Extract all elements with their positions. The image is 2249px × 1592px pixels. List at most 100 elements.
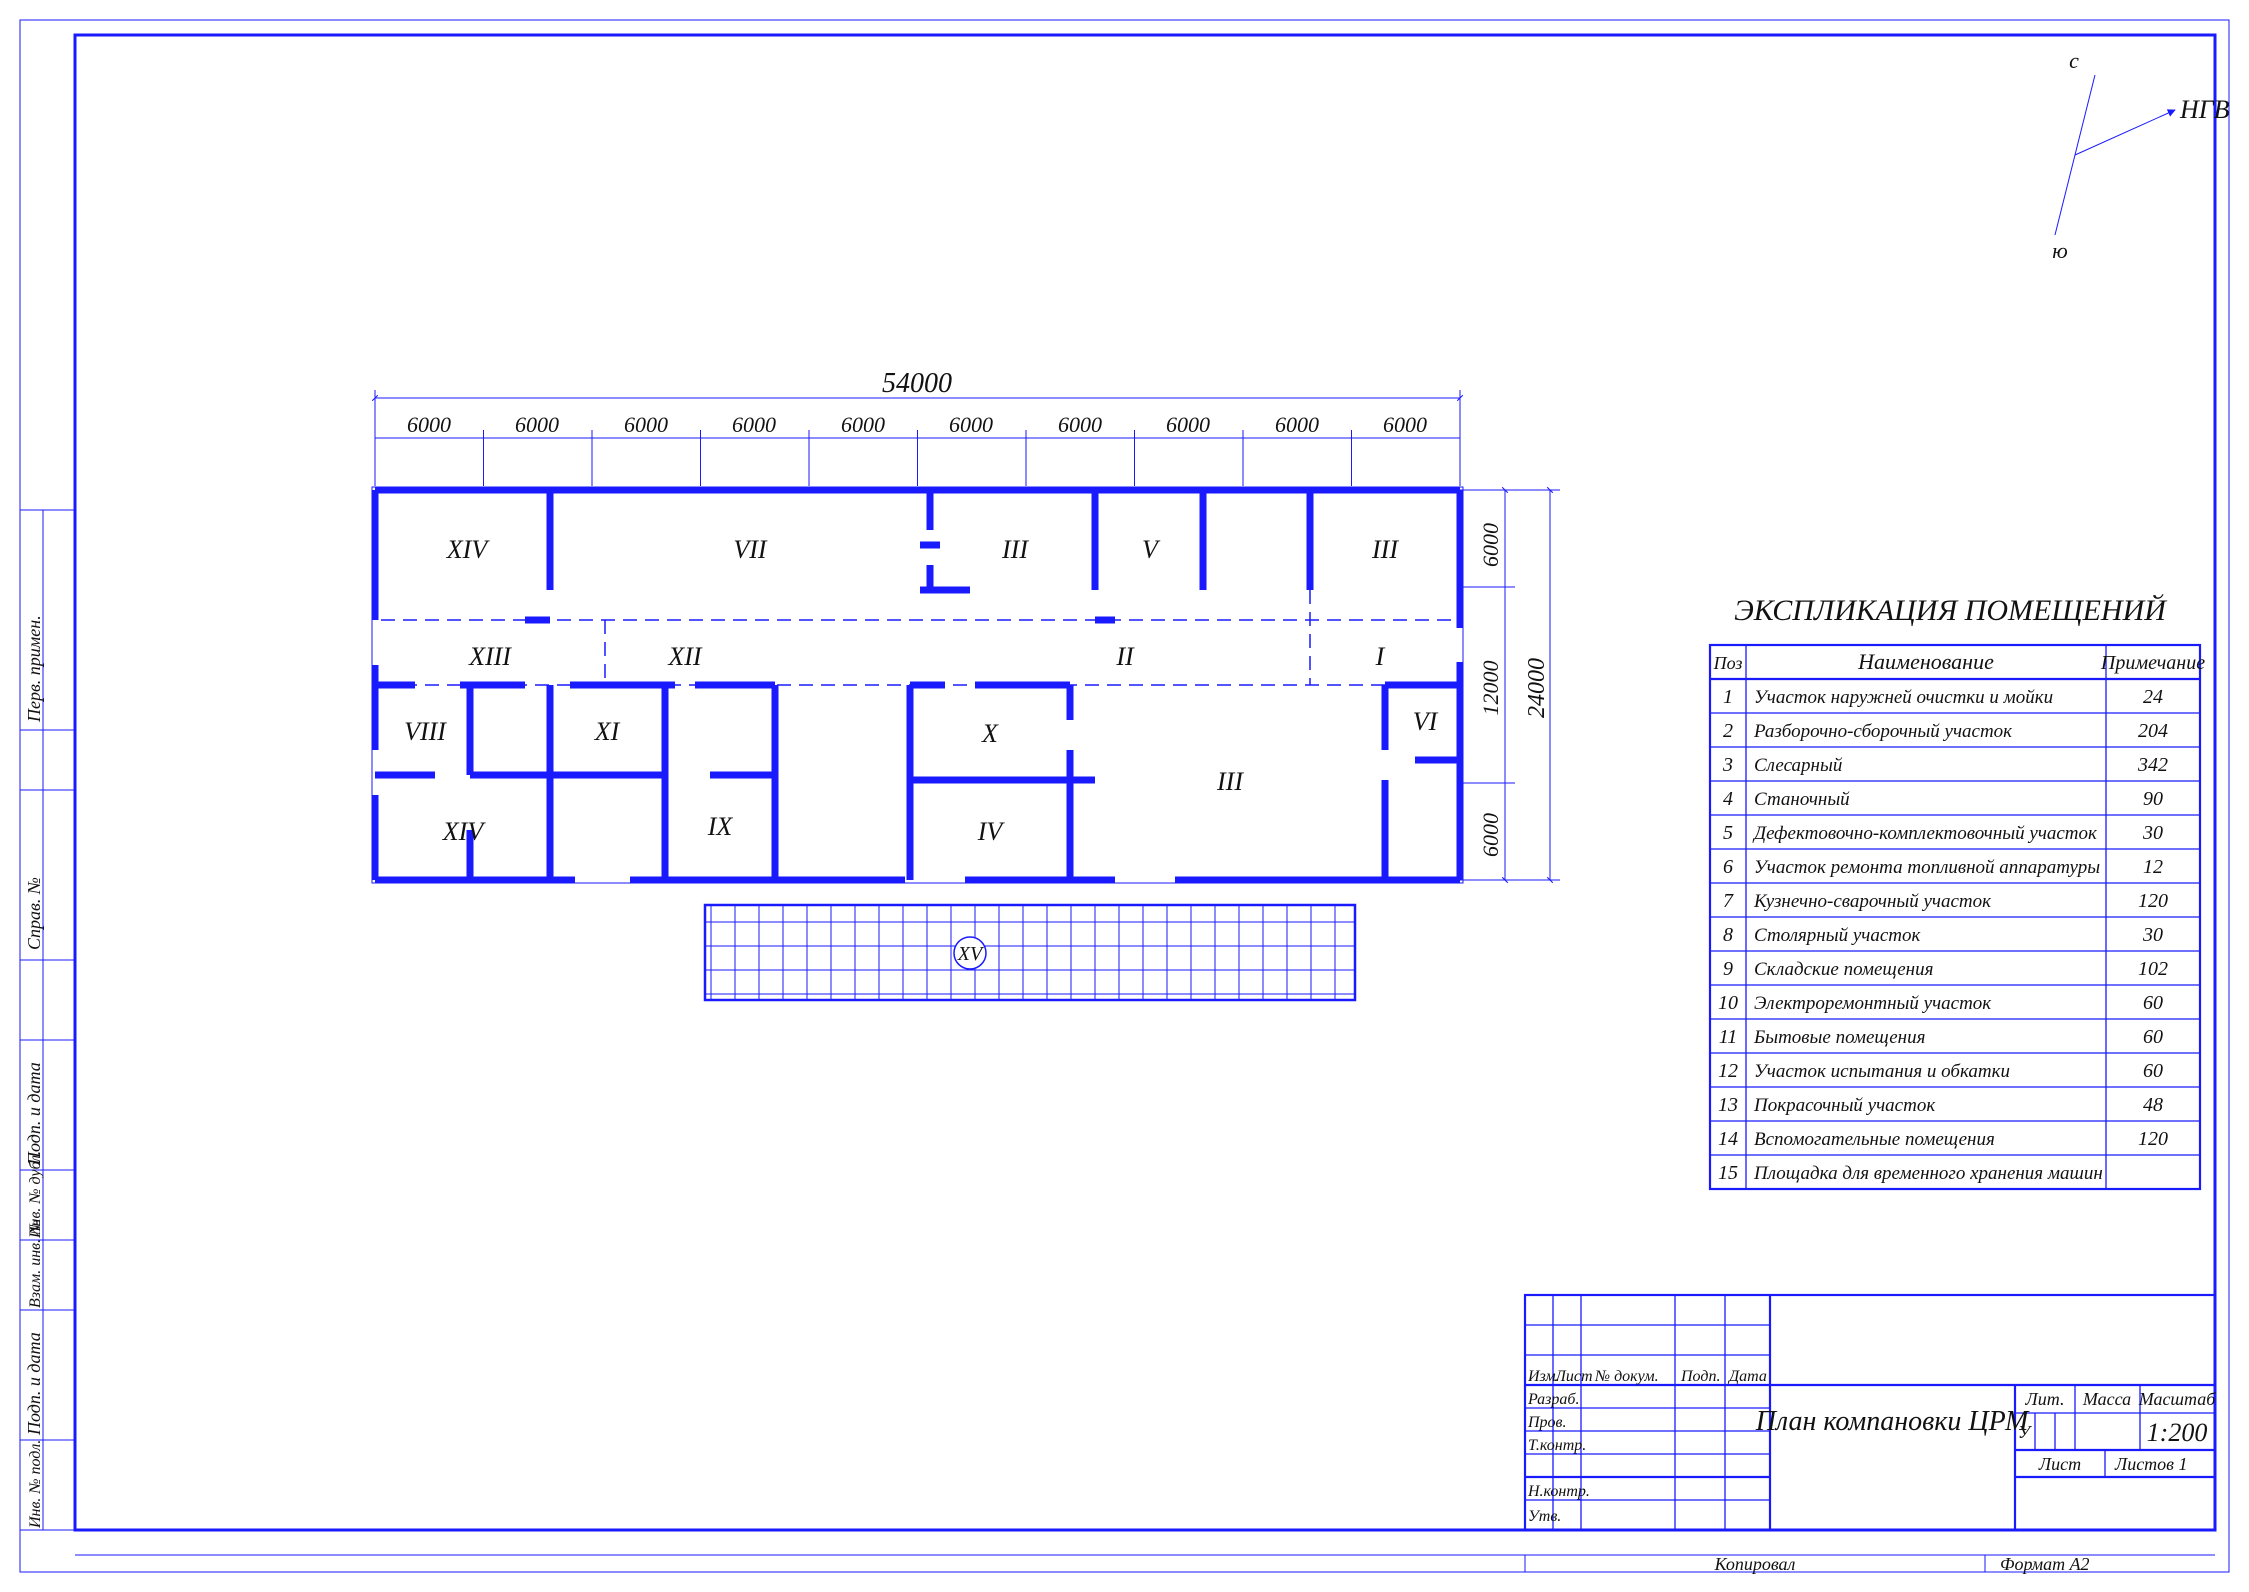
tb-list2: Лист (2038, 1454, 2081, 1474)
exp-row-note: 30 (2142, 822, 2163, 844)
exp-row-num: 10 (1718, 992, 1738, 1014)
exp-row-name: Слесарный (1754, 755, 1843, 776)
sidebar: Перв. примен. Справ. № Подп. и дата Инв.… (20, 510, 75, 1530)
exp-row-note: 48 (2143, 1094, 2163, 1116)
room-vii: VII (733, 535, 768, 564)
tb-nkontr: Н.контр. (1527, 1483, 1590, 1500)
tb-prov: Пров. (1527, 1414, 1567, 1431)
tb-u: У (2018, 1422, 2032, 1442)
exp-rows: 1Участок наружней очистки и мойки242Разб… (1710, 686, 2200, 1189)
floor-plan: XIV VII III V III XIII XII II I VIII XI … (372, 487, 1463, 1000)
sidebar-inv-podl: Инв. № подл. (27, 1440, 44, 1529)
exp-row-num: 5 (1723, 822, 1733, 844)
room-iii-top: III (1001, 535, 1029, 564)
dim-bay-7: 6000 (1166, 412, 1210, 437)
tb-list: Лист (1554, 1368, 1593, 1385)
exp-row-name: Разборочно-сборочный участок (1753, 721, 2013, 742)
exp-row-note: 120 (2138, 1128, 2168, 1150)
title-block: Изм. Лист № докум. Подп. Дата Разраб. Пр… (1525, 1295, 2216, 1530)
dim-bay-3: 6000 (732, 412, 776, 437)
room-ix: IX (707, 812, 734, 841)
dims-top: 54000 6000 6000 6000 6000 6000 6000 6000… (375, 368, 1460, 486)
room-xiv-bot: XIV (442, 817, 487, 846)
exp-h1: Поз (1713, 653, 1743, 673)
room-xi: XI (594, 717, 621, 746)
exp-row-note: 90 (2143, 788, 2163, 810)
exp-row-name: Вспомогательные помещения (1754, 1129, 1995, 1150)
exp-row-num: 14 (1718, 1128, 1738, 1150)
dim-bay-0: 6000 (407, 412, 451, 437)
exp-row-note: 204 (2138, 720, 2168, 742)
exp-row-num: 6 (1723, 856, 1733, 878)
exp-row-name: Площадка для временного хранения машин (1753, 1163, 2103, 1184)
sidebar-podp1: Подп. и дата (24, 1062, 44, 1166)
exp-h2: Наименование (1857, 649, 1994, 674)
exp-row-note: 24 (2143, 686, 2163, 708)
tb-scale: 1:200 (2147, 1418, 2208, 1447)
bottom-format: Формат А2 (2000, 1554, 2090, 1574)
tb-razrab: Разраб. (1527, 1391, 1579, 1408)
dim-r-total: 24000 (1524, 658, 1550, 718)
tb-lit: Лит. (2025, 1389, 2065, 1409)
room-v: V (1142, 535, 1161, 564)
tb-tkontr: Т.контр. (1528, 1437, 1586, 1454)
compass-n: с (2069, 48, 2079, 73)
exp-h3: Примечание (2100, 652, 2205, 674)
tb-listov: Листов 1 (2114, 1454, 2188, 1474)
bottom-kopiroval: Копировал (1714, 1554, 1796, 1574)
tb-mashtab: Масштаб (2138, 1389, 2217, 1409)
exp-row-name: Столярный участок (1754, 925, 1922, 946)
room-xiv-top: XIV (446, 535, 491, 564)
dim-bay-8: 6000 (1275, 412, 1319, 437)
dim-bay-1: 6000 (515, 412, 559, 437)
tb-podp: Подп. (1680, 1368, 1720, 1385)
room-x: X (981, 719, 999, 748)
exp-row-num: 9 (1723, 958, 1733, 980)
exp-row-note: 120 (2138, 890, 2168, 912)
dim-r-top: 6000 (1478, 523, 1503, 567)
room-iii-mid: III (1216, 767, 1244, 796)
sidebar-podp2: Подп. и дата (24, 1332, 44, 1436)
exp-row-num: 2 (1723, 720, 1733, 742)
compass-arrow-label: НГВ (2179, 95, 2230, 124)
tb-ndokum: № докум. (1594, 1368, 1659, 1385)
exp-row-note: 60 (2143, 1026, 2163, 1048)
room-viii: VIII (404, 717, 447, 746)
sidebar-sprav: Справ. № (24, 877, 44, 950)
compass-s: ю (2052, 238, 2068, 263)
exp-row-note: 102 (2138, 958, 2168, 980)
tb-massa: Масса (2082, 1389, 2131, 1409)
dim-bay-2: 6000 (624, 412, 668, 437)
exp-row-name: Станочный (1754, 789, 1850, 810)
sidebar-vzam: Взам. инв. № (27, 1220, 44, 1308)
sidebar-perv-primen: Перв. примен. (24, 615, 44, 723)
exp-row-name: Участок испытания и обкатки (1754, 1061, 2010, 1082)
exp-row-note: 12 (2143, 856, 2163, 878)
dim-r-bot: 6000 (1478, 813, 1503, 857)
dims-right: 6000 12000 6000 24000 (1460, 490, 1560, 880)
bottom-strip: Копировал Формат А2 (75, 1554, 2215, 1574)
exp-row-name: Бытовые помещения (1753, 1027, 1925, 1048)
room-iv: IV (977, 817, 1006, 846)
room-i: I (1375, 642, 1386, 671)
dim-bay-6: 6000 (1058, 412, 1102, 437)
explication-title: ЭКСПЛИКАЦИЯ ПОМЕЩЕНИЙ (1734, 594, 2168, 627)
exp-row-num: 8 (1723, 924, 1733, 946)
exp-row-num: 3 (1722, 754, 1733, 776)
explication-table: ЭКСПЛИКАЦИЯ ПОМЕЩЕНИЙ Поз Наименование П… (1710, 594, 2205, 1189)
outer-frame (20, 20, 2229, 1572)
exp-row-num: 7 (1723, 890, 1734, 912)
exp-row-num: 13 (1718, 1094, 1738, 1116)
inner-frame (75, 35, 2215, 1530)
tb-utv: Утв. (1528, 1508, 1561, 1525)
room-xiii: XIII (468, 642, 512, 671)
exp-row-num: 1 (1723, 686, 1733, 708)
exp-row-note: 30 (2142, 924, 2163, 946)
dim-bay-4: 6000 (841, 412, 885, 437)
dim-total-w: 54000 (882, 368, 952, 399)
room-xv: XV (957, 943, 985, 965)
room-xii: XII (667, 642, 703, 671)
exp-row-note: 342 (2137, 754, 2168, 776)
exp-row-num: 15 (1718, 1162, 1738, 1184)
exp-row-name: Электроремонтный участок (1754, 993, 1992, 1014)
